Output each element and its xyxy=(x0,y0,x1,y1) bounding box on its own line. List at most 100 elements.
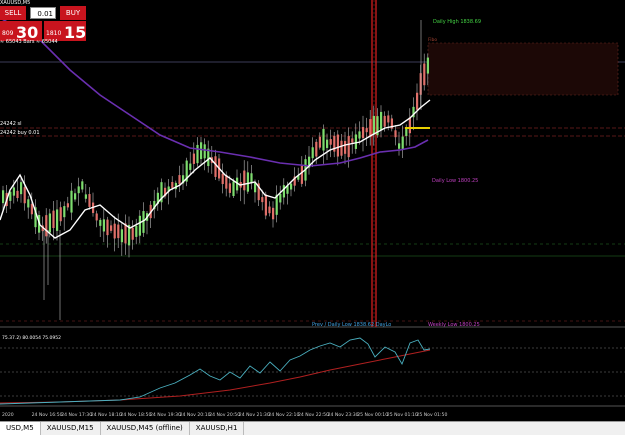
candle-body xyxy=(358,131,361,139)
candle-body xyxy=(135,225,138,237)
candle-body xyxy=(106,219,109,236)
candle-body xyxy=(387,115,390,123)
time-axis-label: 24 Nov 18:50 xyxy=(120,412,151,418)
candle-body xyxy=(110,225,113,231)
bid-price-button[interactable]: 809 30 xyxy=(0,21,42,42)
bid-price-prefix: 809 xyxy=(2,30,14,37)
candle-body xyxy=(16,190,19,199)
candle-body xyxy=(171,181,174,188)
candle-body xyxy=(56,209,59,231)
chart-tab[interactable]: USD,M5 xyxy=(0,422,41,435)
ask-price-button[interactable]: 1810 15 xyxy=(44,21,87,42)
candle-body xyxy=(264,194,267,216)
candle-body xyxy=(99,219,102,226)
candle-body xyxy=(196,144,199,164)
candle-body xyxy=(59,207,62,222)
candle-body xyxy=(2,190,5,204)
price-chart[interactable]: Daily High 1838.69 Fibo Daily Low 1800.2… xyxy=(0,0,625,434)
candle-body xyxy=(261,197,264,203)
buy-button[interactable]: BUY xyxy=(60,6,86,20)
candle-body xyxy=(322,128,325,151)
time-axis-label: 25 Nov 01:50 xyxy=(416,412,447,418)
time-axis-label: 24 Nov 22:50 xyxy=(298,412,329,418)
time-axis-label: 24 Nov 16:50 xyxy=(32,412,63,418)
candle-body xyxy=(279,193,282,203)
daily-low-label: Daily Low 1800.25 xyxy=(432,178,478,184)
ask-price-pips: 15 xyxy=(64,23,87,42)
candle-body xyxy=(318,136,321,148)
sell-button[interactable]: SELL xyxy=(0,6,26,20)
daily-high-label: Daily High 1838.69 xyxy=(433,19,481,25)
time-axis-label: 24 Nov 20:10 xyxy=(180,412,211,418)
candle-body xyxy=(311,147,314,159)
candle-body xyxy=(63,206,66,218)
level-b-label: 24242 buy 0.01 xyxy=(0,130,40,136)
candle-body xyxy=(95,213,98,221)
candle-body xyxy=(351,138,354,143)
candle-body xyxy=(88,194,91,207)
chart-tab[interactable]: XAUUSD,M45 (offline) xyxy=(101,422,190,435)
fibo-zone[interactable] xyxy=(427,42,619,96)
candle-body xyxy=(117,224,120,239)
candle-body xyxy=(138,215,141,236)
candle-body xyxy=(268,206,271,214)
candle-body xyxy=(221,173,224,185)
candle-body xyxy=(354,134,357,149)
candle-body xyxy=(426,57,429,74)
candle-body xyxy=(372,115,375,135)
oscillator-signal-line xyxy=(0,349,431,404)
candle-body xyxy=(192,153,195,164)
chart-tab[interactable]: XAUUSD,H1 xyxy=(190,422,245,435)
fibo-label: Fibo xyxy=(428,37,437,43)
candle-body xyxy=(272,207,275,220)
candle-body xyxy=(362,127,365,139)
candle-body xyxy=(254,182,257,193)
candle-body xyxy=(102,219,105,232)
candle-body xyxy=(423,63,426,86)
time-axis-label: 24 Nov 17:30 xyxy=(61,412,92,418)
candle-body xyxy=(232,181,235,197)
candle-body xyxy=(77,186,80,194)
candle-body xyxy=(246,172,249,192)
candle-body xyxy=(369,119,372,137)
candle-body xyxy=(189,163,192,170)
candle-body xyxy=(48,213,51,233)
candle-body xyxy=(70,190,73,213)
candle-body xyxy=(30,203,33,215)
candle-body xyxy=(120,229,123,243)
candle-body xyxy=(383,115,386,127)
candle-body xyxy=(203,144,206,159)
time-axis-label: 24 Nov 18:10 xyxy=(91,412,122,418)
candle-body xyxy=(344,140,347,154)
chart-tab[interactable]: XAUUSD,M15 xyxy=(41,422,101,435)
one-click-trading-panel: SELL 0.01 BUY 809 30 1810 15 xyxy=(0,6,87,42)
oscillator-header: 75.37.2) 80.0054 75.0952 xyxy=(2,335,61,341)
candle-body xyxy=(243,170,246,191)
candle-body xyxy=(131,227,134,240)
candle-body xyxy=(340,140,343,156)
candle-body xyxy=(45,215,48,237)
lot-size-input[interactable]: 0.01 xyxy=(30,7,56,19)
candle-body xyxy=(200,142,203,160)
candle-body xyxy=(315,141,318,157)
time-axis-label: 24 Nov 20:50 xyxy=(209,412,240,418)
candle-body xyxy=(365,128,368,133)
candle-body xyxy=(178,175,181,185)
candle-body xyxy=(12,187,15,196)
time-axis-label: 2020 xyxy=(2,412,14,418)
candle-body xyxy=(290,183,293,190)
candle-body xyxy=(66,203,69,208)
candle-body xyxy=(282,185,285,198)
candle-body xyxy=(228,183,231,193)
candle-body xyxy=(52,210,55,229)
candle-body xyxy=(380,111,383,131)
candle-body xyxy=(113,223,116,239)
ask-price-prefix: 1810 xyxy=(46,30,62,37)
level-a-label: 24242 sl xyxy=(0,121,22,127)
candle-body xyxy=(408,117,411,134)
time-axis: 2020 24 Nov 16:5024 Nov 17:3024 Nov 18:10… xyxy=(2,412,447,418)
time-axis-label: 24 Nov 23:30 xyxy=(328,412,359,418)
candle-body xyxy=(27,199,30,208)
candle-body xyxy=(401,136,404,150)
candle-body xyxy=(20,182,23,195)
